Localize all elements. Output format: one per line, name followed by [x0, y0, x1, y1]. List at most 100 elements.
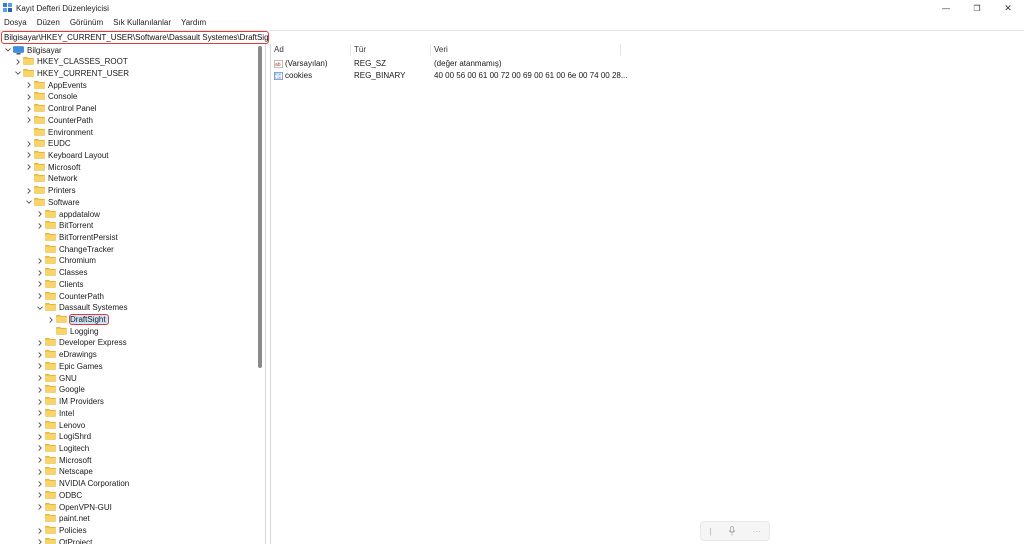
- tree-item[interactable]: LogiShrd: [36, 431, 91, 443]
- column-header-data[interactable]: Veri: [431, 44, 621, 56]
- tree-item[interactable]: HKEY_CURRENT_USER: [14, 67, 129, 79]
- chevron-right-icon[interactable]: [25, 163, 33, 171]
- chevron-right-icon[interactable]: [36, 386, 44, 394]
- tree-item[interactable]: Netscape: [36, 466, 93, 478]
- close-button[interactable]: ✕: [992, 0, 1024, 16]
- chevron-right-icon[interactable]: [25, 93, 33, 101]
- tree-item[interactable]: Classes: [36, 267, 87, 279]
- tree-item[interactable]: Software: [25, 196, 80, 208]
- value-row[interactable]: 010 110 cookies REG_BINARY 40 00 56 00 6…: [271, 70, 1024, 82]
- chevron-right-icon[interactable]: [36, 280, 44, 288]
- tree-item[interactable]: Keyboard Layout: [25, 149, 109, 161]
- menu-favorites[interactable]: Sık Kullanılanlar: [108, 16, 176, 30]
- chevron-right-icon[interactable]: [25, 81, 33, 89]
- tree-item[interactable]: Epic Games: [36, 360, 103, 372]
- tree-item[interactable]: Network: [25, 173, 77, 185]
- tree-item-label: ODBC: [59, 490, 83, 500]
- tree-root[interactable]: Bilgisayar: [4, 44, 62, 56]
- chevron-right-icon[interactable]: [36, 456, 44, 464]
- tree-item[interactable]: Logging: [47, 325, 98, 337]
- tree-item[interactable]: Console: [25, 91, 77, 103]
- column-header-type[interactable]: Tür: [351, 44, 431, 56]
- tree-item[interactable]: ODBC: [36, 489, 82, 501]
- tree-item[interactable]: Chromium: [36, 255, 96, 267]
- menu-file[interactable]: Dosya: [0, 16, 32, 30]
- chevron-right-icon[interactable]: [47, 316, 55, 324]
- chevron-right-icon[interactable]: [36, 433, 44, 441]
- tree-item[interactable]: paint.net: [36, 513, 90, 525]
- chevron-right-icon[interactable]: [25, 140, 33, 148]
- tree-item[interactable]: Google: [36, 384, 85, 396]
- tree-item[interactable]: Control Panel: [25, 103, 96, 115]
- tree-item[interactable]: appdatalow: [36, 208, 100, 220]
- chevron-right-icon[interactable]: [25, 151, 33, 159]
- minimize-button[interactable]: —: [930, 0, 962, 16]
- maximize-button[interactable]: ❐: [961, 0, 993, 16]
- tree-item[interactable]: Logitech: [36, 442, 89, 454]
- chevron-right-icon[interactable]: [36, 503, 44, 511]
- tree-item[interactable]: Developer Express: [36, 337, 127, 349]
- value-row[interactable]: ab (Varsayılan) REG_SZ (değer atanmamış): [271, 58, 1024, 70]
- tree-item[interactable]: Policies: [36, 525, 87, 537]
- chevron-right-icon[interactable]: [36, 351, 44, 359]
- chevron-right-icon[interactable]: [14, 58, 22, 66]
- tree-item[interactable]: Clients: [36, 278, 83, 290]
- chevron-right-icon[interactable]: [36, 398, 44, 406]
- chevron-right-icon[interactable]: [36, 222, 44, 230]
- tree-scrollbar[interactable]: [258, 46, 262, 368]
- tree-item[interactable]: Lenovo: [36, 419, 85, 431]
- tree-item[interactable]: CounterPath: [36, 290, 104, 302]
- chevron-down-icon[interactable]: [4, 46, 12, 54]
- microphone-icon[interactable]: [728, 526, 736, 536]
- menu-edit[interactable]: Düzen: [32, 16, 65, 30]
- tree-item[interactable]: BitTorrent: [36, 220, 93, 232]
- tree-item[interactable]: Dassault Systemes: [36, 302, 127, 314]
- chevron-right-icon[interactable]: [36, 421, 44, 429]
- chevron-right-icon[interactable]: [36, 491, 44, 499]
- tree-item[interactable]: IM Providers: [36, 396, 104, 408]
- tree-item[interactable]: Microsoft: [36, 454, 91, 466]
- chevron-right-icon[interactable]: [25, 105, 33, 113]
- chevron-right-icon[interactable]: [36, 468, 44, 476]
- tree-item[interactable]: Microsoft: [25, 161, 80, 173]
- tree-item[interactable]: Printers: [25, 185, 76, 197]
- menu-help[interactable]: Yardım: [176, 16, 211, 30]
- registry-editor-icon: [3, 3, 12, 12]
- chevron-right-icon[interactable]: [25, 116, 33, 124]
- menu-view[interactable]: Görünüm: [65, 16, 108, 30]
- chevron-right-icon[interactable]: [36, 257, 44, 265]
- chevron-right-icon[interactable]: [25, 187, 33, 195]
- chevron-down-icon[interactable]: [36, 304, 44, 312]
- tree-item[interactable]: NVIDIA Corporation: [36, 478, 129, 490]
- tree-item-label: Microsoft: [59, 455, 92, 465]
- chevron-right-icon[interactable]: [36, 480, 44, 488]
- tree-item[interactable]: EUDC: [25, 138, 71, 150]
- tree-item[interactable]: BitTorrentPersist: [36, 232, 118, 244]
- more-icon[interactable]: ···: [753, 527, 761, 536]
- chevron-right-icon[interactable]: [36, 409, 44, 417]
- tree-item[interactable]: eDrawings: [36, 349, 97, 361]
- tree-item[interactable]: ChangeTracker: [36, 243, 114, 255]
- tree-item[interactable]: Environment: [25, 126, 93, 138]
- chevron-right-icon[interactable]: [36, 269, 44, 277]
- tree-item[interactable]: CounterPath: [25, 114, 93, 126]
- chevron-right-icon[interactable]: [36, 444, 44, 452]
- tree-item[interactable]: QtProject: [36, 536, 92, 544]
- address-input[interactable]: Bilgisayar\HKEY_CURRENT_USER\Software\Da…: [1, 31, 269, 44]
- chevron-right-icon[interactable]: [36, 339, 44, 347]
- tree-item[interactable]: AppEvents: [25, 79, 87, 91]
- chevron-right-icon[interactable]: [36, 374, 44, 382]
- chevron-right-icon[interactable]: [36, 527, 44, 535]
- column-header-name[interactable]: Ad: [271, 44, 351, 56]
- chevron-right-icon[interactable]: [36, 292, 44, 300]
- chevron-right-icon[interactable]: [36, 538, 44, 544]
- chevron-down-icon[interactable]: [14, 69, 22, 77]
- tree-item[interactable]: Intel: [36, 407, 74, 419]
- chevron-down-icon[interactable]: [25, 198, 33, 206]
- tree-item[interactable]: HKEY_CLASSES_ROOT: [14, 56, 128, 68]
- tree-item[interactable]: OpenVPN-GUI: [36, 501, 112, 513]
- chevron-right-icon[interactable]: [36, 362, 44, 370]
- tree-item[interactable]: GNU: [36, 372, 77, 384]
- tree-item[interactable]: DraftSight: [47, 314, 109, 326]
- chevron-right-icon[interactable]: [36, 210, 44, 218]
